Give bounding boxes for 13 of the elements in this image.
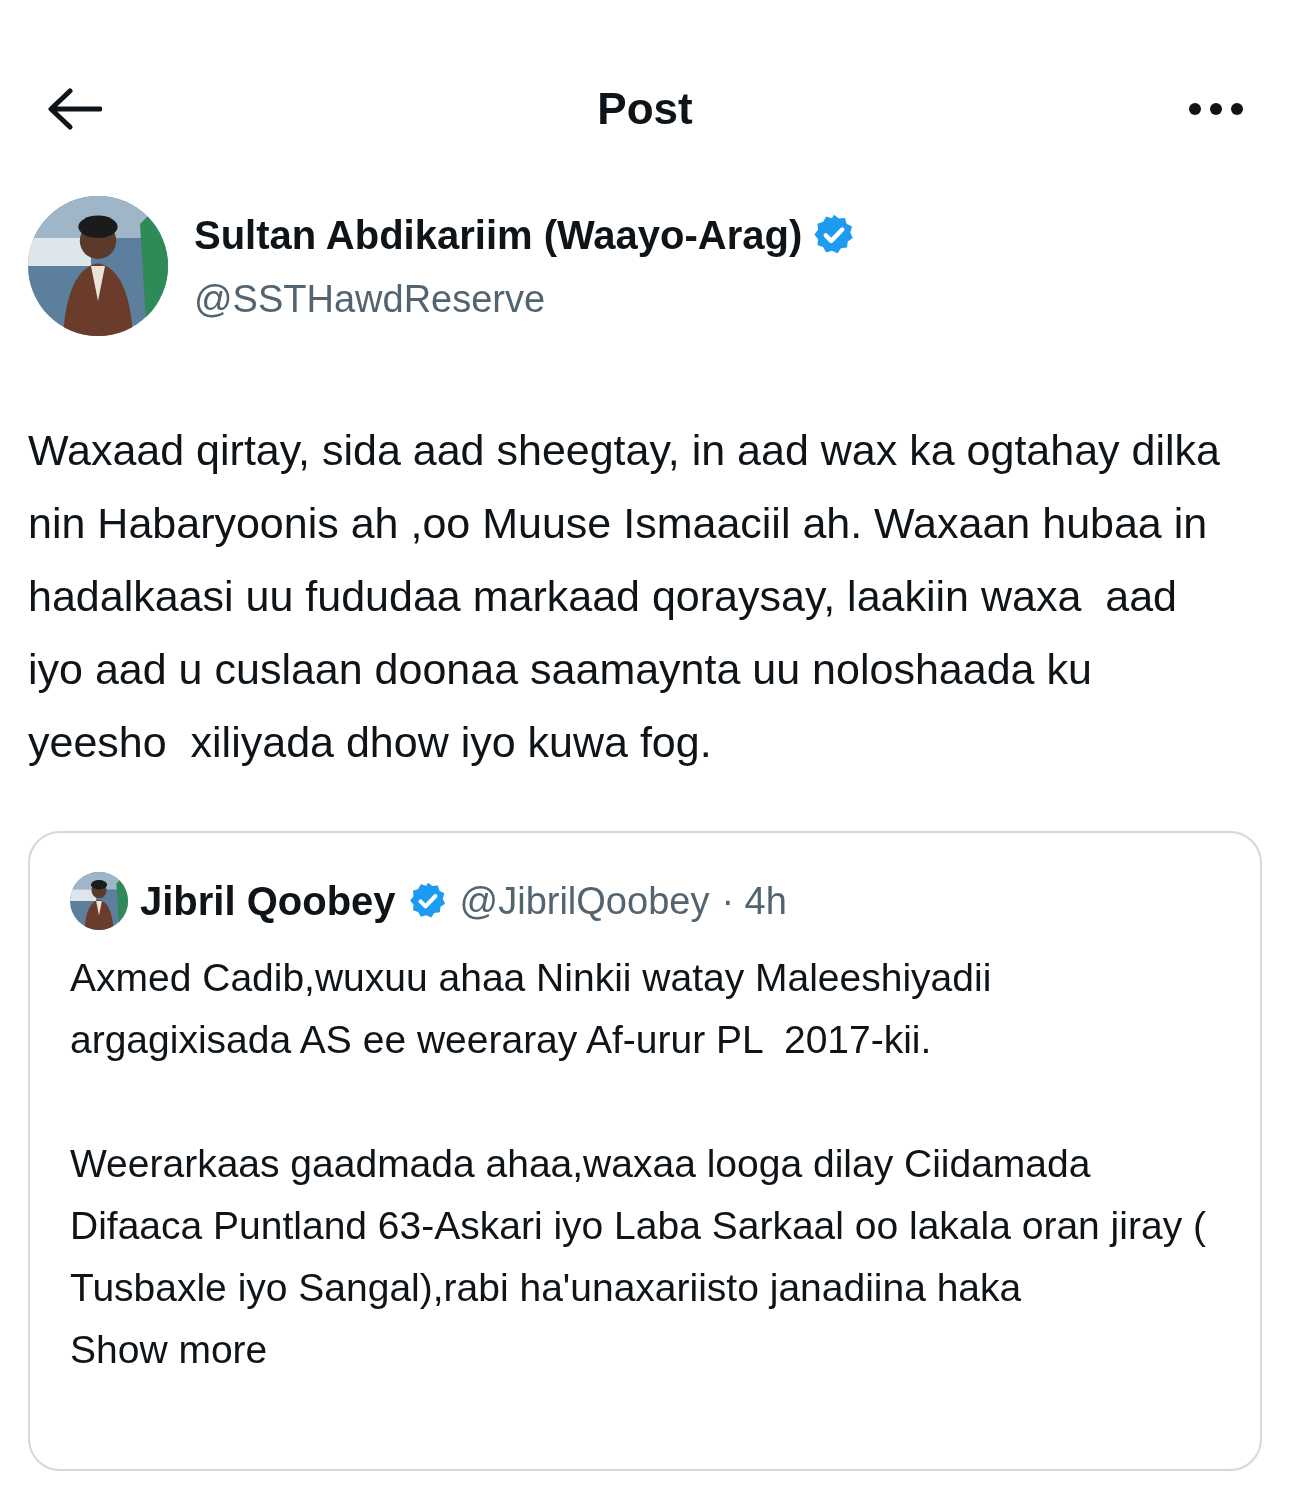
more-options-icon[interactable] [1188, 102, 1244, 116]
quoted-post-time: · 4h [721, 878, 787, 924]
back-arrow-icon[interactable] [46, 87, 102, 131]
header-title: Post [597, 83, 693, 135]
author-handle[interactable]: @SSTHawdReserve [194, 270, 857, 328]
show-more-link[interactable]: Show more [70, 1328, 268, 1371]
post-text: Waxaad qirtay, sida aad sheegtay, in aad wax ka ogtahay dilka nin Habaryoonis ah ,oo Muuse Ismaaciil ah. Waxaan hubaa in hadalkaasi uu fududaa markaad qoraysay, laakiin waxa aad iyo aad u cuslaan doonaa saamaynta uu noloshaada ku yeesho xiliyada dhow iyo kuwa fog. [27, 425, 1221, 768]
quoted-author-name: Jibril Qoobey [140, 878, 396, 925]
quoted-post-card[interactable] [28, 831, 1262, 1471]
quoted-author-handle: @JibrilQoobey [459, 878, 710, 924]
quoted-post-text: Axmed Cadib,wuxuu ahaa Ninkii watay Maleeshiyadii argagixisada AS ee weeraray Af-urur PL 2017-kii. [70, 955, 993, 1063]
quoted-post-text: Weerarkaas gaadmada ahaa,waxaa looga dilay Ciidamada Difaaca Puntland 63-Askari iyo Laba Sarkaal oo lakala oran jiray ( Tusbaxle iyo Sangal),rabi ha'unaxariisto janadiina haka Show more [70, 1141, 1207, 1373]
author-name[interactable]: Sultan Abdikariim (Waayo-Arag) [194, 204, 803, 265]
